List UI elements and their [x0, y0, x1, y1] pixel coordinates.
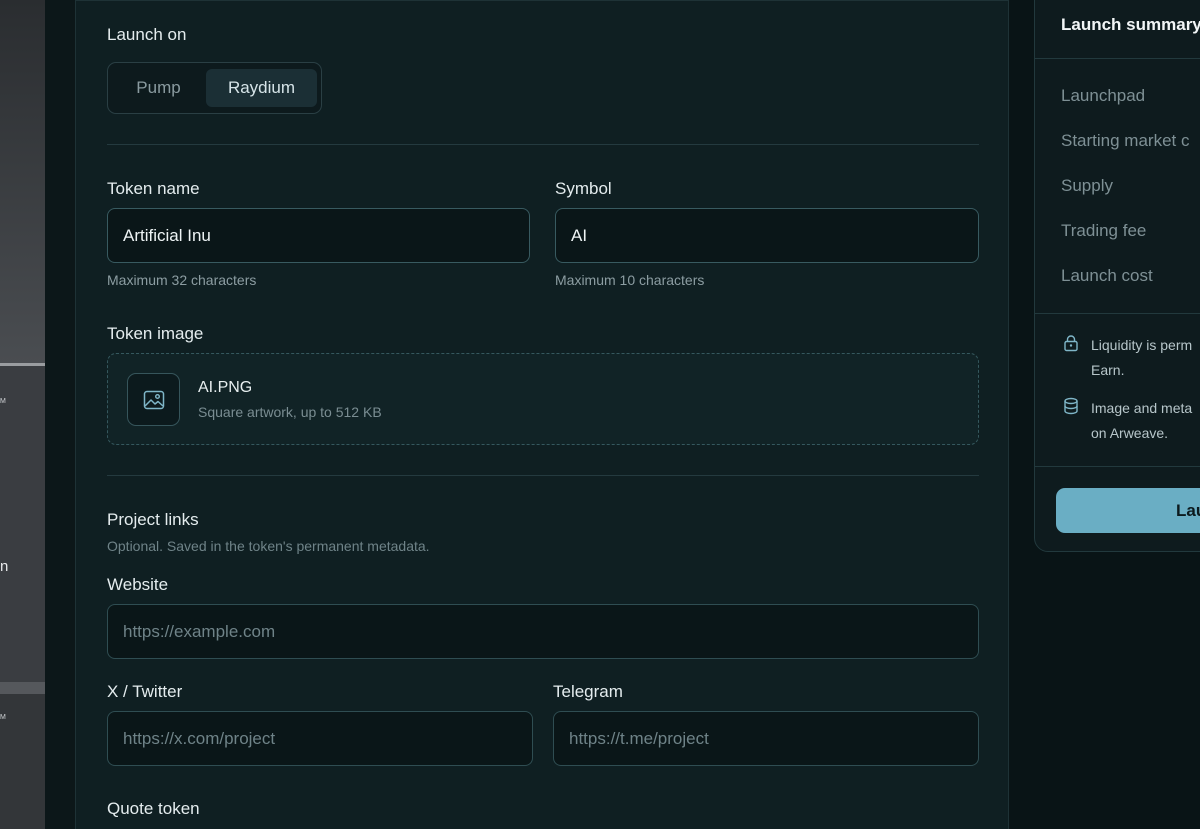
- background-window-text: M: [0, 398, 6, 405]
- launch-on-label: Launch on: [107, 25, 187, 44]
- telegram-label: Telegram: [553, 682, 623, 701]
- divider: [107, 475, 979, 476]
- token-image-label: Token image: [107, 324, 204, 343]
- pump-option[interactable]: Pump: [114, 69, 203, 107]
- symbol-helper: Maximum 10 characters: [555, 272, 705, 288]
- website-input[interactable]: https://example.com: [107, 604, 979, 659]
- twitter-label: X / Twitter: [107, 682, 183, 701]
- summary-title: Launch summary: [1061, 15, 1200, 34]
- background-window-text: M: [0, 714, 6, 721]
- token-image-filename: AI.PNG: [198, 379, 253, 396]
- summary-row-launch-cost: Launch cost: [1061, 266, 1153, 285]
- symbol-input[interactable]: AI: [555, 208, 979, 263]
- summary-note-liquidity: Liquidity is perm Earn.: [1091, 337, 1193, 378]
- quote-token-label: Quote token: [107, 799, 200, 818]
- launch-button[interactable]: Lau: [1056, 488, 1200, 533]
- project-links-subtitle: Optional. Saved in the token's permanent…: [107, 538, 430, 554]
- token-name-input[interactable]: Artificial Inu: [107, 208, 530, 263]
- website-label: Website: [107, 575, 169, 594]
- database-icon: [1064, 397, 1078, 415]
- background-window-text: n: [0, 558, 9, 575]
- launchpad-toggle: Pump Raydium: [107, 62, 322, 114]
- token-image-dropzone[interactable]: AI.PNG Square artwork, up to 512 KB: [107, 353, 979, 445]
- token-name-helper: Maximum 32 characters: [107, 272, 257, 288]
- divider: [107, 144, 979, 145]
- image-icon: [143, 390, 164, 409]
- summary-row-trading-fee: Trading fee: [1061, 221, 1147, 240]
- symbol-label: Symbol: [555, 179, 612, 198]
- image-thumbnail: [127, 373, 180, 426]
- lock-icon: [1064, 335, 1078, 352]
- background-window: M n M: [0, 0, 45, 829]
- twitter-input[interactable]: https://x.com/project: [107, 711, 533, 766]
- launch-form: Launch on Pump Raydium Token name Artifi…: [75, 0, 1009, 829]
- divider: [1035, 313, 1200, 314]
- launch-summary-card: Launch summary Launchpad Starting market…: [1034, 0, 1200, 552]
- project-links-title: Project links: [107, 510, 199, 529]
- raydium-option[interactable]: Raydium: [206, 69, 317, 107]
- summary-row-supply: Supply: [1061, 176, 1113, 195]
- summary-note-arweave: Image and meta on Arweave.: [1091, 400, 1193, 441]
- token-image-hint: Square artwork, up to 512 KB: [198, 404, 382, 420]
- divider: [1035, 466, 1200, 467]
- summary-row-market-cap: Starting market c: [1061, 131, 1190, 150]
- telegram-input[interactable]: https://t.me/project: [553, 711, 979, 766]
- divider: [1035, 58, 1200, 59]
- gutter: [45, 0, 75, 829]
- token-name-label: Token name: [107, 179, 200, 198]
- summary-row-launchpad: Launchpad: [1061, 86, 1146, 105]
